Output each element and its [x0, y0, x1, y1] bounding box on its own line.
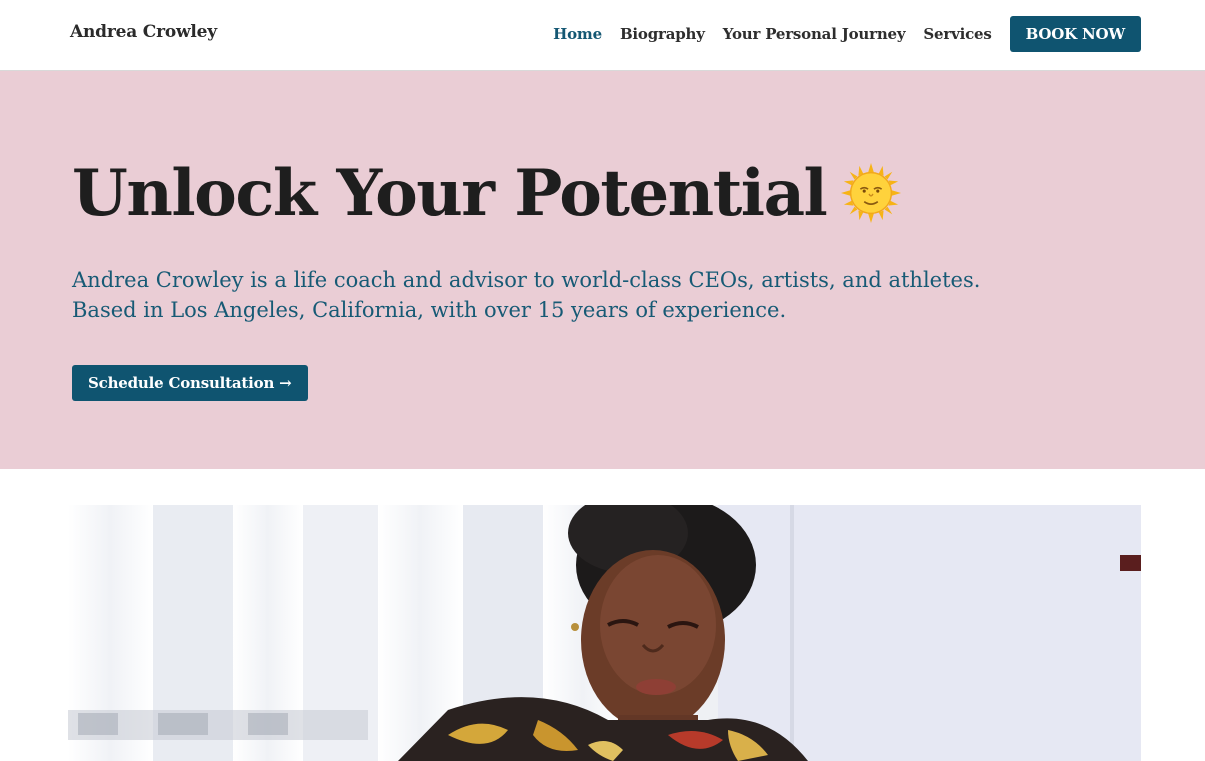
site-brand[interactable]: Andrea Crowley — [70, 22, 217, 42]
top-navbar: Andrea Crowley Home Biography Your Perso… — [0, 0, 1205, 71]
hero-subtitle-line-1: Andrea Crowley is a life coach and advis… — [72, 268, 981, 292]
nav-home[interactable]: Home — [553, 25, 602, 43]
nav-services[interactable]: Services — [923, 25, 991, 43]
nav-biography[interactable]: Biography — [620, 25, 705, 43]
schedule-consultation-button[interactable]: Schedule Consultation → — [72, 365, 308, 401]
hero-title: Unlock Your Potential — [72, 153, 902, 235]
nav-links: Home Biography Your Personal Journey Ser… — [535, 16, 1141, 52]
sun-with-face-icon — [841, 162, 902, 223]
hero-photo — [68, 505, 1141, 761]
book-now-button[interactable]: BOOK NOW — [1009, 16, 1141, 52]
hero-section: Unlock Your Potential Andrea Crowley is … — [0, 71, 1205, 469]
hero-subtitle-line-2: Based in Los Angeles, California, with o… — [72, 298, 787, 322]
woman-portrait-image — [68, 505, 1141, 761]
hero-title-text: Unlock Your Potential — [72, 156, 828, 231]
nav-personal-journey[interactable]: Your Personal Journey — [723, 25, 906, 43]
hero-subtitle: Andrea Crowley is a life coach and advis… — [72, 265, 981, 325]
